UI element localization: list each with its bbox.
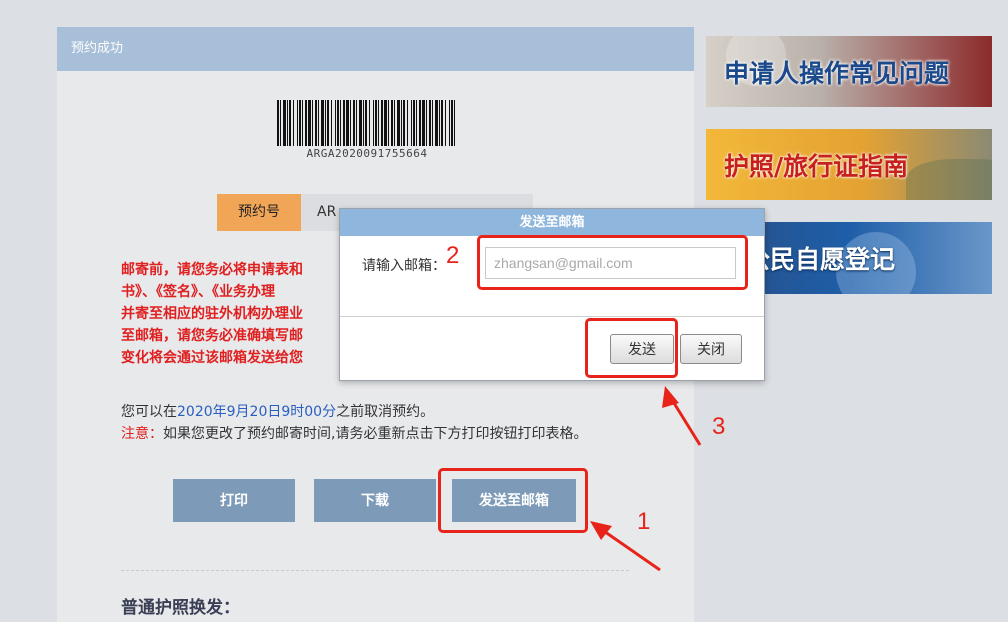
barcode: ARGA2020091755664 xyxy=(275,100,459,160)
annotation-box-2 xyxy=(477,235,748,290)
barcode-bar xyxy=(435,100,438,146)
barcode-bar xyxy=(403,100,405,146)
download-button[interactable]: 下载 xyxy=(314,479,436,522)
barcode-bar xyxy=(305,100,307,146)
barcode-bar xyxy=(407,100,408,146)
warning-line: 至邮箱，请您务必准确填写邮 xyxy=(121,328,303,344)
cancel-prefix: 您可以在 xyxy=(121,404,177,420)
barcode-bar xyxy=(280,100,281,146)
barcode-bar xyxy=(363,100,364,146)
barcode-bar xyxy=(454,100,455,146)
reservation-number-label: 预约号 xyxy=(217,194,301,231)
barcode-bar xyxy=(439,100,440,146)
cancel-suffix: 之前取消预约。 xyxy=(336,404,435,420)
dialog-title: 发送至邮箱 xyxy=(340,209,764,236)
barcode-bar xyxy=(346,100,349,146)
barcode-bar xyxy=(353,100,355,146)
barcode-bar xyxy=(378,100,379,146)
dialog-divider xyxy=(340,316,764,317)
panel-header: 预约成功 xyxy=(57,27,694,71)
barcode-bar xyxy=(426,100,427,146)
warning-line: 邮寄前，请您务必将申请表和 xyxy=(121,262,303,278)
email-label: 请输入邮箱： xyxy=(362,258,446,274)
barcode-bar xyxy=(340,100,341,146)
barcode-bar xyxy=(451,100,453,146)
barcode-bar xyxy=(318,100,319,146)
barcode-bar xyxy=(401,100,402,146)
barcode-bar xyxy=(287,100,288,146)
barcode-bar xyxy=(325,100,326,146)
barcode-bar xyxy=(293,100,294,146)
mailing-warning: 邮寄前，请您务必将申请表和 书》、《签名》、《业务办理 并寄至相应的驻外机构办理… xyxy=(121,259,361,369)
warning-line: 变化将会通过该邮箱发送给您 xyxy=(121,350,303,366)
barcode-bar xyxy=(394,100,395,146)
barcode-bar xyxy=(327,100,329,146)
barcode-bar xyxy=(432,100,433,146)
barcode-bar xyxy=(373,100,374,146)
annotation-number-3: 3 xyxy=(712,413,726,440)
barcode-bar xyxy=(388,100,389,146)
barcode-bar xyxy=(391,100,393,146)
barcode-bar xyxy=(350,100,351,146)
note-text: 如果您更改了预约邮寄时间,请务必重新点击下方打印按钮打印表格。 xyxy=(163,426,588,442)
faq-banner[interactable]: 申请人操作常见问题 xyxy=(706,36,992,107)
barcode-bar xyxy=(312,100,313,146)
barcode-bar xyxy=(429,100,431,146)
barcode-bar xyxy=(343,100,345,146)
send-email-dialog: 发送至邮箱 请输入邮箱： 发送 关闭 xyxy=(339,208,765,381)
cancel-info: 您可以在2020年9月20日9时00分之前取消预约。 注意：如果您更改了预约邮寄… xyxy=(121,401,641,445)
warning-line: 书》、《签名》、《业务办理 xyxy=(121,284,275,300)
section-title: 普通护照换发： xyxy=(121,598,240,618)
barcode-bar xyxy=(422,100,425,146)
barcode-bar xyxy=(369,100,370,146)
barcode-bar xyxy=(315,100,317,146)
annotation-number-2: 2 xyxy=(446,242,460,269)
warning-line: 并寄至相应的驻外机构办理业 xyxy=(121,306,303,322)
barcode-bar xyxy=(289,100,291,146)
cancel-deadline-date: 2020年9月20日9时00分 xyxy=(177,404,337,420)
banner-text: 护照/旅行证指南 xyxy=(724,152,909,181)
note-label: 注意： xyxy=(121,426,163,442)
dialog-close-button[interactable]: 关闭 xyxy=(680,334,742,364)
passport-guide-banner[interactable]: 护照/旅行证指南 xyxy=(706,129,992,200)
barcode-number: ARGA2020091755664 xyxy=(306,147,428,160)
barcode-bar xyxy=(375,100,377,146)
barcode-bar xyxy=(411,100,412,146)
barcode-bar xyxy=(416,100,417,146)
barcode-bar xyxy=(335,100,336,146)
annotation-box-3 xyxy=(585,318,678,378)
barcode-bar xyxy=(413,100,415,146)
print-button[interactable]: 打印 xyxy=(173,479,295,522)
barcode-bar xyxy=(397,100,400,146)
barcode-bar xyxy=(365,100,367,146)
barcode-bar xyxy=(359,100,362,146)
barcode-bars xyxy=(277,100,455,146)
barcode-bar xyxy=(445,100,446,146)
barcode-bar xyxy=(308,100,311,146)
barcode-bar xyxy=(302,100,303,146)
barcode-bar xyxy=(356,100,357,146)
section-divider xyxy=(121,570,629,571)
barcode-bar xyxy=(449,100,450,146)
great-wall-icon xyxy=(906,159,992,200)
banner-text: 申请人操作常见问题 xyxy=(724,59,950,88)
annotation-number-1: 1 xyxy=(637,508,651,535)
barcode-bar xyxy=(331,100,332,146)
barcode-bar xyxy=(337,100,339,146)
barcode-bar xyxy=(321,100,324,146)
barcode-bar xyxy=(381,100,383,146)
barcode-bar xyxy=(419,100,421,146)
barcode-bar xyxy=(277,100,279,146)
barcode-bar xyxy=(441,100,443,146)
annotation-box-1 xyxy=(438,468,588,533)
barcode-bar xyxy=(384,100,387,146)
barcode-bar xyxy=(299,100,301,146)
barcode-bar xyxy=(283,100,286,146)
barcode-bar xyxy=(297,100,298,146)
